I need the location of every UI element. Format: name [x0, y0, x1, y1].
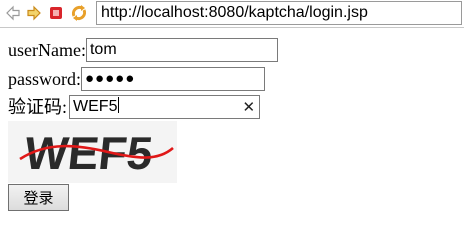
forward-arrow-icon[interactable] — [25, 4, 43, 22]
text-caret — [118, 97, 120, 113]
username-row: userName: tom — [8, 38, 278, 62]
login-button[interactable]: 登录 — [8, 184, 69, 211]
password-input[interactable]: ●●●●● — [81, 67, 265, 91]
username-input[interactable]: tom — [85, 38, 278, 62]
captcha-image-text: WEF5 — [22, 127, 155, 179]
captcha-input[interactable]: WEF5 ✕ — [69, 95, 261, 119]
clear-icon[interactable]: ✕ — [242, 96, 255, 118]
username-value: tom — [89, 41, 117, 58]
username-label: userName: — [8, 40, 86, 60]
captcha-row: 验证码: WEF5 ✕ — [8, 95, 261, 119]
captcha-label: 验证码: — [8, 97, 68, 117]
back-arrow-icon[interactable] — [4, 4, 22, 22]
password-row: password: ●●●●● — [8, 67, 265, 91]
password-label: password: — [8, 69, 81, 89]
captcha-image[interactable]: WEF5 — [8, 121, 177, 183]
password-value: ●●●●● — [85, 70, 136, 87]
stop-icon[interactable] — [47, 4, 65, 22]
captcha-value: WEF5 — [73, 98, 118, 115]
refresh-icon[interactable] — [70, 4, 88, 22]
address-bar[interactable]: http://localhost:8080/kaptcha/login.jsp — [96, 1, 462, 25]
browser-toolbar: http://localhost:8080/kaptcha/login.jsp — [0, 0, 464, 28]
